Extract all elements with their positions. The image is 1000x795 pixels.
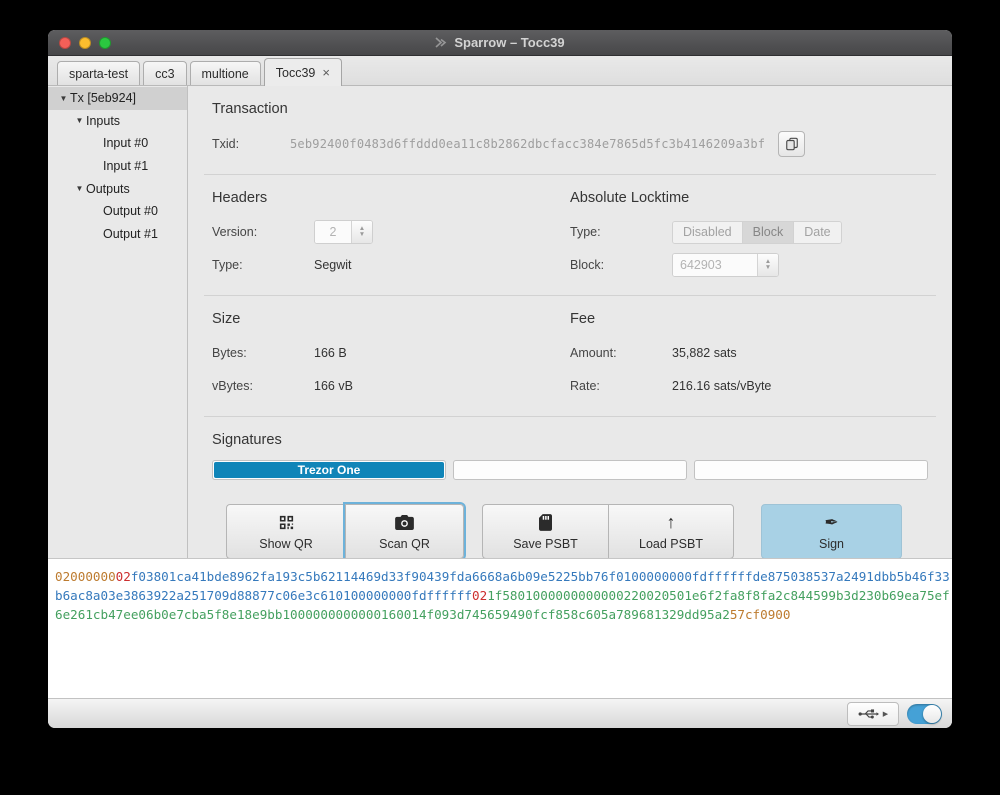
version-spinner[interactable]: 2 ▲▼	[314, 220, 373, 244]
transaction-pane: Transaction Txid: 5eb92400f0483d6ffddd0e…	[188, 86, 952, 558]
tree-item-outputs[interactable]: ▼ Outputs	[48, 177, 187, 200]
wallet-tab-bar: sparta-test cc3 multione Tocc39 ×	[48, 56, 952, 86]
disclosure-triangle-icon[interactable]: ▼	[73, 184, 86, 193]
hex-version-segment: 02000000	[55, 569, 116, 584]
tab-tocc39[interactable]: Tocc39 ×	[264, 58, 342, 86]
fee-amount-label: Amount:	[570, 346, 672, 360]
transaction-heading: Transaction	[212, 101, 928, 117]
window-title: Sparrow – Tocc39	[435, 35, 564, 50]
fee-rate-label: Rate:	[570, 379, 672, 393]
fee-rate-value: 216.16 sats/vByte	[672, 379, 771, 393]
fee-heading: Fee	[570, 311, 928, 327]
locktime-block-label: Block:	[570, 258, 672, 272]
txid-label: Txid:	[212, 137, 290, 151]
hex-input-count-segment: 02	[116, 569, 131, 584]
signature-slot-1: Trezor One	[212, 460, 446, 480]
signature-slot-1-fill: Trezor One	[214, 462, 444, 478]
minimize-window-button[interactable]	[79, 37, 91, 49]
status-bar: ▶	[48, 698, 952, 728]
network-toggle-switch[interactable]	[907, 704, 942, 724]
signature-slot-3	[694, 460, 928, 480]
copy-txid-button[interactable]	[778, 131, 805, 157]
show-qr-button[interactable]: Show QR	[226, 504, 345, 558]
raw-transaction-hex: 0200000002f03801ca41bde8962fa193c5b62114…	[55, 567, 952, 624]
zoom-window-button[interactable]	[99, 37, 111, 49]
tx-type-label: Type:	[212, 258, 314, 272]
locktime-option-disabled[interactable]: Disabled	[673, 222, 743, 243]
version-label: Version:	[212, 225, 314, 239]
tree-item-output-1[interactable]: Output #1	[48, 223, 187, 246]
traffic-lights	[59, 37, 111, 49]
tree-item-tx[interactable]: ▼ Tx [5eb924]	[48, 87, 187, 110]
size-heading: Size	[212, 311, 570, 327]
tree-item-inputs[interactable]: ▼ Inputs	[48, 110, 187, 133]
tab-multione[interactable]: multione	[190, 61, 261, 85]
signatures-heading: Signatures	[212, 432, 928, 448]
copy-icon	[785, 137, 799, 151]
bytes-value: 166 B	[314, 346, 347, 360]
usb-device-button[interactable]: ▶	[847, 702, 899, 726]
sign-button[interactable]: ✒ Sign	[761, 504, 902, 558]
fee-amount-value: 35,882 sats	[672, 346, 737, 360]
save-psbt-button[interactable]: Save PSBT	[482, 504, 608, 558]
version-value: 2	[315, 221, 351, 243]
vbytes-value: 166 vB	[314, 379, 353, 393]
tab-close-icon[interactable]: ×	[322, 68, 330, 78]
transaction-tree-sidebar: ▼ Tx [5eb924] ▼ Inputs Input #0 Input #1…	[48, 86, 188, 558]
spinner-arrows-icon[interactable]: ▲▼	[757, 254, 778, 276]
title-bar[interactable]: Sparrow – Tocc39	[48, 30, 952, 56]
tree-item-input-0[interactable]: Input #0	[48, 132, 187, 155]
locktime-option-date[interactable]: Date	[794, 222, 840, 243]
txid-value: 5eb92400f0483d6ffddd0ea11c8b2862dbcfacc3…	[290, 137, 765, 151]
psbt-button-group: Save PSBT ↑ Load PSBT	[482, 504, 734, 558]
camera-icon	[395, 512, 414, 532]
headers-heading: Headers	[212, 190, 570, 206]
tab-sparta-test[interactable]: sparta-test	[57, 61, 140, 85]
sparrow-logo-icon	[435, 37, 448, 48]
locktime-block-value: 642903	[673, 254, 757, 276]
pen-icon: ✒	[824, 512, 838, 532]
raw-transaction-hex-area: 0200000002f03801ca41bde8962fa193c5b62114…	[48, 558, 952, 698]
tree-item-input-1[interactable]: Input #1	[48, 155, 187, 178]
toggle-knob[interactable]	[923, 705, 941, 723]
bytes-label: Bytes:	[212, 346, 314, 360]
up-arrow-icon: ↑	[667, 512, 676, 532]
window-title-text: Sparrow – Tocc39	[454, 35, 564, 50]
locktime-type-label: Type:	[570, 225, 672, 239]
vbytes-label: vBytes:	[212, 379, 314, 393]
scan-qr-button[interactable]: Scan QR	[345, 504, 464, 558]
tx-type-value: Segwit	[314, 258, 352, 272]
sd-card-icon	[539, 512, 552, 532]
disclosure-triangle-icon[interactable]: ▼	[73, 116, 86, 125]
locktime-type-segmented: Disabled Block Date	[672, 221, 842, 244]
qr-button-group: Show QR Scan QR	[226, 504, 464, 558]
tab-cc3[interactable]: cc3	[143, 61, 186, 85]
tree-item-output-0[interactable]: Output #0	[48, 200, 187, 223]
qr-code-icon	[278, 512, 295, 532]
disclosure-triangle-icon[interactable]: ▼	[57, 94, 70, 103]
sparrow-window: Sparrow – Tocc39 sparta-test cc3 multion…	[48, 30, 952, 728]
close-window-button[interactable]	[59, 37, 71, 49]
locktime-block-spinner[interactable]: 642903 ▲▼	[672, 253, 779, 277]
hex-locktime-segment: 57cf0900	[730, 607, 791, 622]
caret-right-icon: ▶	[883, 710, 888, 718]
hex-output-count-segment: 02	[472, 588, 487, 603]
usb-icon	[858, 708, 879, 720]
section-divider	[204, 416, 936, 417]
locktime-option-block[interactable]: Block	[743, 222, 795, 243]
desktop-background: Sparrow – Tocc39 sparta-test cc3 multion…	[0, 0, 1000, 795]
locktime-heading: Absolute Locktime	[570, 190, 928, 206]
load-psbt-button[interactable]: ↑ Load PSBT	[608, 504, 734, 558]
signature-slot-2	[453, 460, 687, 480]
spinner-arrows-icon[interactable]: ▲▼	[351, 221, 372, 243]
